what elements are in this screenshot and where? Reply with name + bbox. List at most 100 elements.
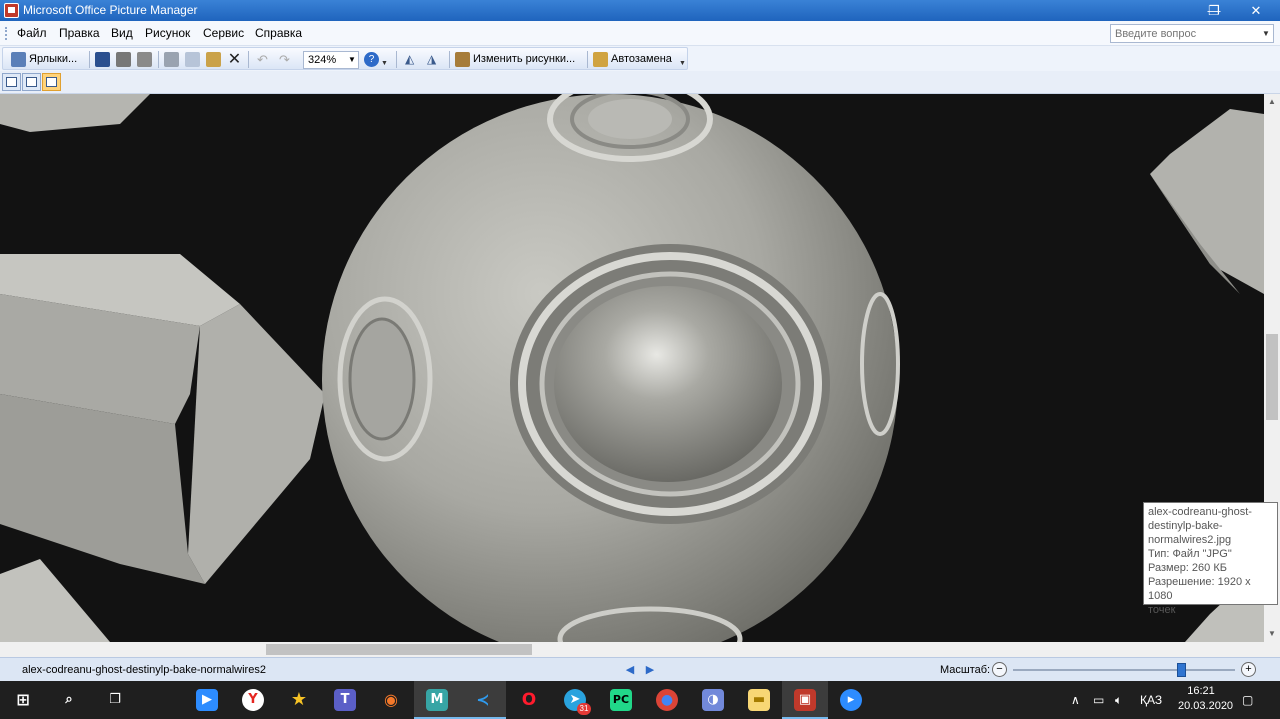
shortcuts-button[interactable]: Ярлыки... (29, 51, 77, 68)
taskbar-maya[interactable]: M (414, 681, 460, 719)
taskbar-zoom-app[interactable]: ▶ (184, 681, 230, 719)
picture-viewport[interactable] (0, 94, 1264, 642)
toolbar-strip: Ярлыки... ✕ ↶ ↷ 324% ▼ ? ▼ ◭ ◮ Изменить … (2, 47, 688, 70)
thumbnail-view-button[interactable] (2, 73, 21, 91)
menu-edit[interactable]: Правка (59, 26, 100, 41)
toolbar-separator (248, 51, 249, 68)
auto-correct-icon[interactable] (593, 52, 608, 67)
search-icon: ⌕ (65, 692, 73, 707)
clock-time: 16:21 (1187, 685, 1215, 697)
start-button[interactable]: ⊞ (0, 681, 46, 719)
taskbar-star-app[interactable]: ★ (276, 681, 322, 719)
tooltip-line: Разрешение: 1920 x 1080 (1148, 576, 1251, 602)
notification-badge: 31 (577, 703, 591, 715)
filmstrip-view-button[interactable] (22, 73, 41, 91)
help-icon[interactable]: ? (364, 52, 379, 67)
taskbar-chrome[interactable]: ● (644, 681, 690, 719)
taskbar-vscode[interactable]: ≺ (460, 681, 506, 719)
email-icon[interactable] (137, 52, 152, 67)
save-icon[interactable] (95, 52, 110, 67)
auto-correct-button[interactable]: Автозамена (611, 51, 672, 68)
menu-picture[interactable]: Рисунок (145, 26, 190, 41)
status-filename: alex-codreanu-ghost-destinylp-bake-norma… (22, 664, 266, 676)
yandex-browser-icon: Y (242, 689, 264, 711)
minimize-button-area[interactable] (1160, 0, 1196, 21)
zoom-slider-knob[interactable] (1177, 663, 1186, 677)
next-picture-icon[interactable]: ▶ (644, 663, 656, 677)
task-view-icon: ❐ (109, 692, 121, 707)
zoom-in-icon[interactable]: + (1241, 662, 1256, 677)
menu-file[interactable]: Файл (17, 26, 47, 41)
window-title: Microsoft Office Picture Manager (23, 3, 198, 17)
print-icon[interactable] (116, 52, 131, 67)
maya-icon: M (426, 689, 448, 711)
toolbar-separator (158, 51, 159, 68)
chevron-down-icon[interactable]: ▼ (1259, 25, 1273, 42)
undo-icon[interactable]: ↶ (255, 52, 270, 67)
chevron-down-icon[interactable]: ▼ (346, 52, 358, 68)
taskbar-picture-manager[interactable]: ▣ (782, 681, 828, 719)
delete-icon[interactable]: ✕ (227, 52, 242, 68)
previous-picture-icon[interactable]: ◀ (624, 663, 636, 677)
copy-icon[interactable] (185, 52, 200, 67)
edit-pictures-button[interactable]: Изменить рисунки... (473, 51, 575, 68)
chrome-icon: ● (656, 689, 678, 711)
shortcuts-icon[interactable] (11, 52, 26, 67)
notification-center-icon[interactable]: ▢ (1242, 692, 1253, 708)
volume-icon[interactable]: 🔈︎ (1115, 692, 1122, 708)
menu-grip[interactable] (5, 27, 7, 40)
redo-icon[interactable]: ↷ (277, 52, 292, 67)
scroll-up-icon[interactable]: ▲ (1264, 94, 1280, 110)
menu-tools[interactable]: Сервис (203, 26, 244, 41)
taskbar-opera[interactable]: O (506, 681, 552, 719)
battery-icon[interactable]: ▭ (1093, 692, 1104, 708)
taskbar-telegram[interactable]: ➤ 31 (552, 681, 598, 719)
zoom-out-icon[interactable]: − (992, 662, 1007, 677)
cut-icon[interactable] (164, 52, 179, 67)
picture-manager-app-icon (4, 3, 19, 18)
taskbar-yandex-browser[interactable]: Y (230, 681, 276, 719)
zoom-slider[interactable] (1013, 663, 1235, 677)
task-view-button[interactable]: ❐ (92, 681, 138, 719)
system-clock[interactable]: 16:21 20.03.2020 (1178, 684, 1234, 714)
paste-icon[interactable] (206, 52, 221, 67)
toolbar-separator (89, 51, 90, 68)
taskbar-teams[interactable]: T (322, 681, 368, 719)
toolbar-options-icon[interactable]: ▼ (679, 52, 687, 67)
close-button[interactable]: ✕ (1238, 0, 1274, 21)
vertical-scroll-thumb[interactable] (1266, 334, 1278, 420)
tray-expand-icon[interactable]: ∧ (1071, 692, 1080, 708)
blender-icon: ◉ (384, 690, 398, 709)
scroll-down-icon[interactable]: ▼ (1264, 626, 1280, 642)
toolbar-separator (449, 51, 450, 68)
taskbar-blender[interactable]: ◉ (368, 681, 414, 719)
tooltip-line: точек (1148, 604, 1176, 616)
windows-logo-icon: ⊞ (16, 690, 30, 709)
help-search-input[interactable] (1111, 25, 1259, 42)
scrollbar-corner (1264, 642, 1280, 657)
menu-help[interactable]: Справка (255, 26, 302, 41)
video-app-icon: ▶ (196, 689, 218, 711)
zoom-select[interactable]: 324% ▼ (303, 51, 359, 69)
horizontal-scrollbar[interactable] (0, 642, 1264, 657)
filmstrip-view-icon (26, 77, 37, 87)
toolbar-options-icon[interactable]: ▼ (381, 52, 389, 67)
taskbar-discord[interactable]: ◑ (690, 681, 736, 719)
taskbar-file-explorer[interactable]: ▬ (736, 681, 782, 719)
search-button[interactable]: ⌕ (46, 681, 92, 719)
taskbar-zoom-meetings[interactable]: ▸ (828, 681, 874, 719)
single-picture-view-button[interactable] (42, 73, 61, 91)
horizontal-scroll-thumb[interactable] (266, 644, 532, 655)
toolbar-separator (587, 51, 588, 68)
edit-pictures-icon[interactable] (455, 52, 470, 67)
clock-date: 20.03.2020 (1178, 700, 1234, 712)
rotate-right-icon[interactable]: ◮ (427, 52, 442, 67)
restore-button[interactable]: ❐ (1196, 0, 1232, 21)
tooltip-line: Размер: 260 КБ (1148, 562, 1227, 574)
taskbar-pycharm[interactable]: PC (598, 681, 644, 719)
rotate-left-icon[interactable]: ◭ (405, 52, 420, 67)
menu-view[interactable]: Вид (111, 26, 133, 41)
vscode-icon: ≺ (476, 690, 490, 709)
help-search-box[interactable]: ▼ (1110, 24, 1274, 43)
language-indicator[interactable]: ҚАЗ (1140, 692, 1162, 708)
